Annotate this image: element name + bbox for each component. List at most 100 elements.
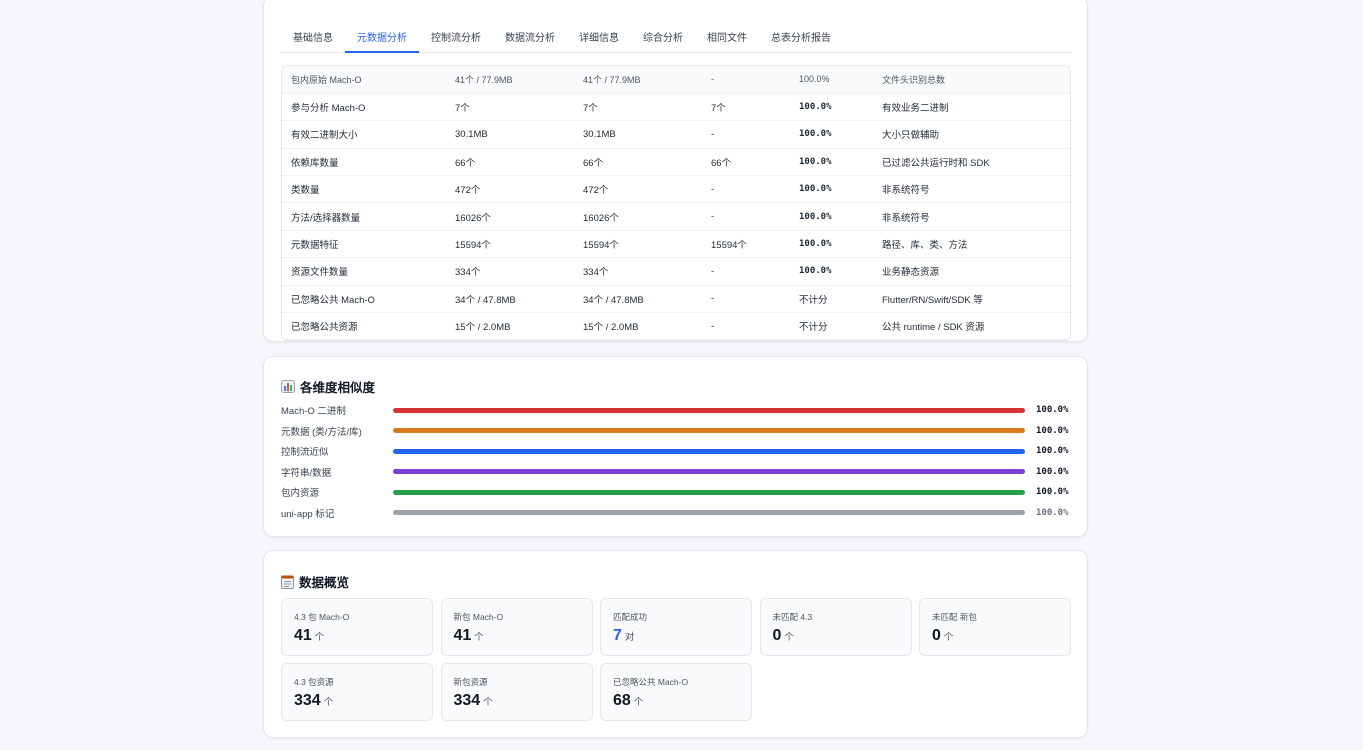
tab-5[interactable]: 综合分析 xyxy=(631,25,695,53)
stat-card: 已忽略公共 Mach-O 68 个 xyxy=(600,663,752,721)
tab-3[interactable]: 数据流分析 xyxy=(493,25,567,53)
cell-b: 16026个 xyxy=(574,202,702,231)
stat-value: 7 xyxy=(613,627,622,644)
stat-label: 新包资源 xyxy=(453,677,488,687)
tab-0[interactable]: 基础信息 xyxy=(281,25,345,53)
cell-b: 41个 / 77.9MB xyxy=(574,66,702,94)
cell-a: 15594个 xyxy=(446,230,574,259)
tab-4[interactable]: 详细信息 xyxy=(567,25,631,53)
cell-note: 文件头识别总数 xyxy=(873,66,1070,94)
stat-card: 未匹配 新包 0 个 xyxy=(919,598,1071,656)
stat-unit: 个 xyxy=(633,697,644,708)
similarity-label: 包内资源 xyxy=(281,488,320,499)
similarity-bar-track xyxy=(393,407,1025,413)
cell-note: Flutter/RN/Swift/SDK 等 xyxy=(873,285,1070,314)
stat-label: 4.3 包 Mach-O xyxy=(294,612,350,622)
similarity-bar-fill xyxy=(393,489,1025,495)
overview-title: 数据概览 xyxy=(281,572,349,591)
stat-card: 4.3 包资源 334 个 xyxy=(281,663,433,721)
cell-matched: - xyxy=(702,257,790,286)
cell-note: 路径、库、类、方法 xyxy=(873,230,1070,259)
cell-score: 100.0% xyxy=(790,230,873,259)
cell-matched: 15594个 xyxy=(702,230,790,259)
cell-matched: - xyxy=(702,312,790,340)
similarity-label: Mach-O 二进制 xyxy=(281,406,346,417)
bar-chart-icon xyxy=(281,380,295,393)
cell-score: 不计分 xyxy=(790,285,873,314)
cell-note: 大小只做辅助 xyxy=(873,120,1070,149)
cell-a: 30.1MB xyxy=(446,120,574,149)
stat-value-wrap: 334 个 xyxy=(454,692,580,710)
stat-unit: 个 xyxy=(784,632,794,643)
similarity-row: uni-app 标记 100.0% xyxy=(281,506,1071,520)
tab-1[interactable]: 元数据分析 xyxy=(345,25,419,53)
similarity-row: 字符串/数据 100.0% xyxy=(281,465,1071,479)
table-row: 已忽略公共资源 15个 / 2.0MB 15个 / 2.0MB - 不计分 公共 runt… xyxy=(282,312,1070,340)
tab-2[interactable]: 控制流分析 xyxy=(419,25,493,53)
cell-a: 41个 / 77.9MB xyxy=(446,66,574,94)
cell-b: 472个 xyxy=(574,175,702,204)
cell-score: 100.0% xyxy=(790,66,873,94)
analysis-tabs: 基础信息 元数据分析 控制流分析 数据流分析 详细信息 综合分析 相同文件 总表分析报告 xyxy=(281,25,1071,53)
similarity-value: 100.0% xyxy=(1036,466,1069,477)
table-row: 参与分析 Mach-O 7个 7个 7个 100.0% 有效业务二进制 xyxy=(282,93,1070,122)
stat-label: 未匹配 新包 xyxy=(932,612,977,622)
similarity-label: 字符串/数据 xyxy=(281,467,332,479)
stat-unit: 对 xyxy=(624,632,635,643)
table-row: 依赖库数量 66个 66个 66个 100.0% 已过滤公共运行时和 SDK xyxy=(282,148,1070,177)
stat-label: 匹配成功 xyxy=(613,612,648,622)
cell-note: 已过滤公共运行时和 SDK xyxy=(873,148,1070,177)
table-row: 方法/选择器数量 16026个 16026个 -100.0% 非系统符号 xyxy=(282,202,1070,231)
stat-unit: 个 xyxy=(483,697,493,708)
similarity-value: 100.0% xyxy=(1036,487,1069,497)
similarity-row: 包内资源 100.0% xyxy=(281,485,1071,499)
tab-7[interactable]: 总表分析报告 xyxy=(759,25,843,53)
stat-unit: 个 xyxy=(474,632,484,643)
cell-score: 100.0% xyxy=(790,148,873,177)
stat-label: 已忽略公共 Mach-O xyxy=(613,677,689,687)
similarity-value: 100.0% xyxy=(1036,425,1069,436)
tab-6[interactable]: 相同文件 xyxy=(695,25,759,53)
stat-value: 334 xyxy=(453,692,481,709)
cell-metric: 已忽略公共 Mach-O xyxy=(282,285,446,314)
stat-value-wrap: 68 个 xyxy=(613,692,739,710)
cell-matched: - xyxy=(702,120,790,149)
similarity-value: 100.0% xyxy=(1036,405,1069,415)
cell-matched: - xyxy=(702,285,790,314)
stat-value-wrap: 0个 xyxy=(932,627,1058,645)
cell-note: 业务静态资源 xyxy=(873,257,1070,286)
cell-score: 100.0% xyxy=(790,202,873,231)
table-row: 包内原始 Mach-O 41个 / 77.9MB 41个 / 77.9MB -100.… xyxy=(282,66,1070,94)
memo-icon xyxy=(281,575,294,589)
stat-value-wrap: 334 个 xyxy=(294,692,420,710)
cell-metric: 元数据特征 xyxy=(282,230,446,259)
table-row: 资源文件数量 334个 334个 -100.0% 业务静态资源 xyxy=(282,257,1070,286)
cell-matched: 7个 xyxy=(702,93,790,122)
cell-score: 100.0% xyxy=(790,257,873,286)
stat-value: 0 xyxy=(932,627,941,644)
cell-score: 100.0% xyxy=(790,93,873,122)
table-row: 类数量 472个 472个 -100.0% 非系统符号 xyxy=(282,175,1070,204)
cell-matched: - xyxy=(702,175,790,204)
cell-metric: 依赖库数量 xyxy=(282,148,446,177)
similarity-value: 100.0% xyxy=(1036,446,1069,456)
cell-a: 15个 / 2.0MB xyxy=(446,312,574,340)
similarity-row: 控制流近似 100.0% xyxy=(281,444,1071,458)
stat-unit: 个 xyxy=(943,632,954,643)
cell-a: 34个 / 47.8MB xyxy=(446,285,574,314)
cell-a: 7个 xyxy=(446,93,574,122)
stat-value: 68 xyxy=(613,692,631,709)
stat-card: 匹配成功 7 对 xyxy=(600,598,752,656)
cell-score: 100.0% xyxy=(790,120,873,149)
similarity-card: 各维度相似度 Mach-O 二进制 100.0% 元数据 (类/方法/库) 100.0… xyxy=(263,356,1088,537)
stat-value: 41 xyxy=(453,627,472,644)
similarity-title: 各维度相似度 xyxy=(281,377,375,396)
cell-b: 334个 xyxy=(574,257,702,286)
stat-card: 4.3 包 Mach-O 41 个 xyxy=(281,598,433,656)
cell-score: 100.0% xyxy=(790,175,873,204)
similarity-bar-fill xyxy=(393,428,1025,433)
table-row: 元数据特征 15594个 15594个 15594个 100.0% 路径、库、类、方法 xyxy=(282,230,1070,259)
cell-a: 16026个 xyxy=(446,202,574,231)
cell-note: 非系统符号 xyxy=(873,202,1070,231)
cell-metric: 类数量 xyxy=(282,175,446,204)
